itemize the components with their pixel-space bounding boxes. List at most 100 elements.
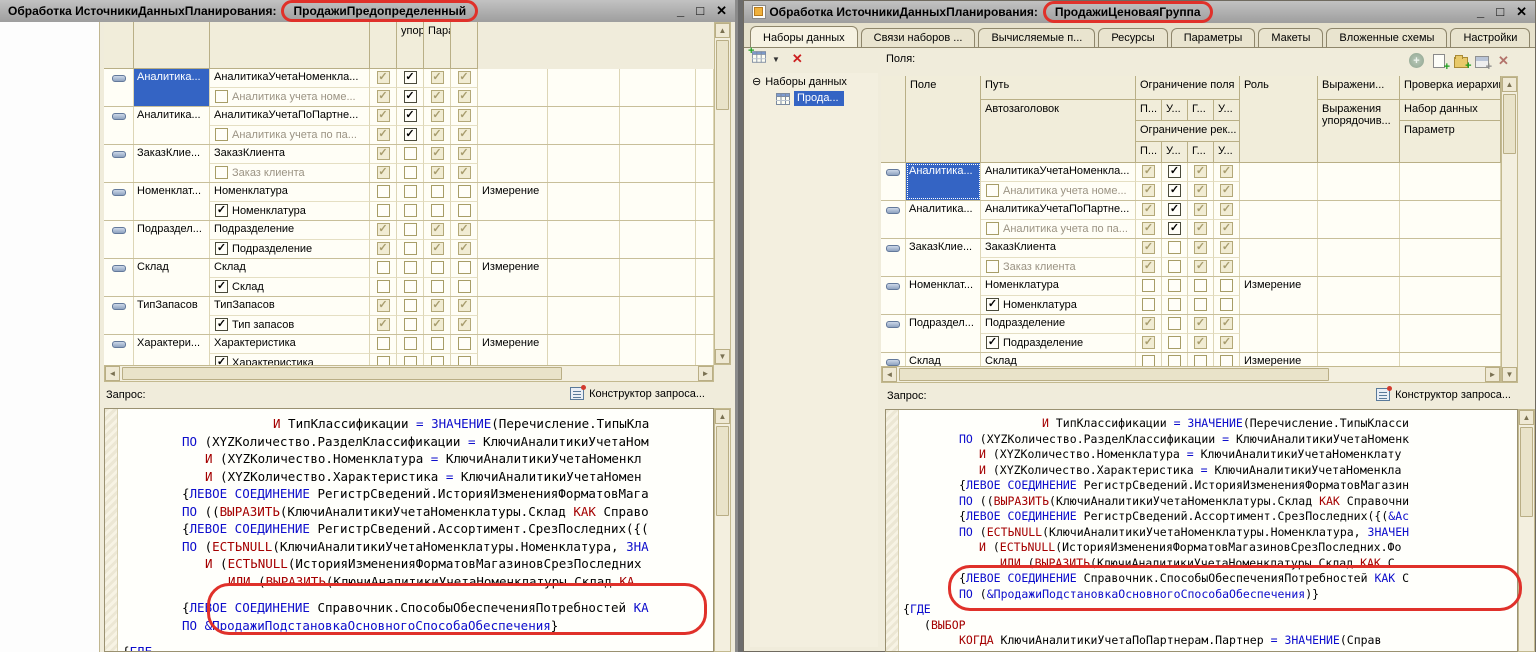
order-expression-cell[interactable] xyxy=(548,145,620,182)
parameter-cell[interactable] xyxy=(620,145,696,182)
restriction-checkbox[interactable]: ✓ xyxy=(458,242,471,255)
field-row-group[interactable]: ЗаказКлие...ЗаказКлиента✓✓✓Заказ клиента… xyxy=(104,145,714,183)
fields-vertical-scrollbar[interactable]: ▲ ▼ xyxy=(1501,76,1518,383)
title-bar[interactable]: Обработка ИсточникиДанныхПланирования: П… xyxy=(744,1,1535,23)
restriction-checkbox[interactable] xyxy=(1168,279,1181,292)
restriction-checkbox[interactable]: ✓ xyxy=(377,299,390,312)
scroll-thumb[interactable] xyxy=(899,368,1329,381)
restriction-checkbox[interactable] xyxy=(404,318,417,331)
use-title-checkbox[interactable] xyxy=(986,222,999,235)
restriction-cell[interactable] xyxy=(424,202,451,221)
parameter-cell[interactable] xyxy=(620,183,696,220)
parameter-cell[interactable] xyxy=(620,259,696,296)
order-expression-cell[interactable] xyxy=(548,69,620,106)
restriction-checkbox[interactable]: ✓ xyxy=(377,147,390,160)
order-expression-cell[interactable] xyxy=(548,259,620,296)
restriction-cell[interactable]: ✓ xyxy=(424,164,451,183)
restriction-cell[interactable]: ✓ xyxy=(370,126,397,145)
field-name-cell[interactable]: Склад xyxy=(906,353,981,366)
restriction-checkbox[interactable] xyxy=(431,185,444,198)
scroll-thumb[interactable] xyxy=(716,426,729,516)
dropdown-icon[interactable]: ▼ xyxy=(772,55,780,64)
field-path-cell[interactable]: Склад xyxy=(981,353,1136,366)
row-selector-cell[interactable] xyxy=(104,335,134,365)
restriction-cell[interactable]: ✓ xyxy=(370,145,397,164)
restriction-cell[interactable]: ✓ xyxy=(1136,201,1162,220)
order-expression-cell[interactable] xyxy=(1318,201,1400,238)
restriction-checkbox[interactable]: ✓ xyxy=(377,109,390,122)
parameter-cell[interactable] xyxy=(620,107,696,144)
order-expression-cell[interactable] xyxy=(548,297,620,334)
spacer-cell[interactable] xyxy=(696,145,714,182)
restriction-cell[interactable]: ✓ xyxy=(424,88,451,107)
restriction-checkbox[interactable]: ✓ xyxy=(1142,317,1155,330)
restriction-checkbox[interactable]: ✓ xyxy=(1220,184,1233,197)
field-title-cell[interactable]: ✓Номенклатура xyxy=(981,296,1136,315)
query-builder-link[interactable]: Конструктор запроса... xyxy=(570,387,705,400)
restriction-checkbox[interactable]: ✓ xyxy=(458,128,471,141)
restriction-cell[interactable]: ✓ xyxy=(1136,239,1162,258)
restriction-cell[interactable] xyxy=(1162,353,1188,366)
restriction-cell[interactable]: ✓ xyxy=(1188,163,1214,182)
tree-root-datasets[interactable]: ⊖ Наборы данных xyxy=(750,73,878,90)
field-title-cell[interactable]: ✓Подразделение xyxy=(210,240,370,259)
restriction-cell[interactable] xyxy=(424,183,451,202)
restriction-cell[interactable]: ✓ xyxy=(451,126,478,145)
scroll-thumb[interactable] xyxy=(1520,427,1533,517)
restriction-checkbox[interactable]: ✓ xyxy=(431,223,444,236)
role-cell[interactable] xyxy=(478,69,548,106)
hierarchy-cell[interactable] xyxy=(1400,201,1501,238)
scroll-up-icon[interactable]: ▲ xyxy=(1519,410,1534,425)
spacer-cell[interactable] xyxy=(696,259,714,296)
field-path-cell[interactable]: ЗаказКлиента xyxy=(981,239,1136,258)
restriction-cell[interactable] xyxy=(424,259,451,278)
row-selector-cell[interactable] xyxy=(104,145,134,182)
scroll-down-icon[interactable]: ▼ xyxy=(1502,367,1517,382)
field-row-group[interactable]: Номенклат...Номенклатура✓НоменклатураИзм… xyxy=(104,183,714,221)
field-row-group[interactable]: ТипЗапасовТипЗапасов✓✓✓✓Тип запасов✓✓✓ xyxy=(104,297,714,335)
restriction-checkbox[interactable] xyxy=(404,356,417,365)
field-title-cell[interactable]: ✓Характеристика xyxy=(210,354,370,366)
restriction-cell[interactable]: ✓ xyxy=(397,88,424,107)
restriction-cell[interactable] xyxy=(397,278,424,297)
restriction-cell[interactable]: ✓ xyxy=(424,107,451,126)
fields-horizontal-scrollbar[interactable]: ◄ ► xyxy=(881,366,1501,383)
restriction-cell[interactable] xyxy=(1162,315,1188,334)
field-row-group[interactable]: ЗаказКлие...ЗаказКлиента✓✓✓Заказ клиента… xyxy=(881,239,1501,277)
row-selector-cell[interactable] xyxy=(104,183,134,220)
role-cell[interactable] xyxy=(478,297,548,334)
restriction-cell[interactable] xyxy=(1136,353,1162,366)
restriction-checkbox[interactable]: ✓ xyxy=(458,109,471,122)
restriction-checkbox[interactable]: ✓ xyxy=(1194,260,1207,273)
restriction-checkbox[interactable]: ✓ xyxy=(377,128,390,141)
tab-nested-schemas[interactable]: Вложенные схемы xyxy=(1326,28,1447,47)
restriction-checkbox[interactable] xyxy=(1142,279,1155,292)
role-cell[interactable]: Измерение xyxy=(1240,277,1318,314)
restriction-checkbox[interactable]: ✓ xyxy=(431,90,444,103)
restriction-checkbox[interactable]: ✓ xyxy=(1142,260,1155,273)
maximize-button[interactable]: □ xyxy=(1496,4,1504,20)
restriction-cell[interactable]: ✓ xyxy=(1214,182,1240,201)
field-title-cell[interactable]: Заказ клиента xyxy=(981,258,1136,277)
restriction-cell[interactable] xyxy=(370,354,397,366)
scroll-up-icon[interactable]: ▲ xyxy=(715,23,730,38)
query-builder-link[interactable]: Конструктор запроса... xyxy=(1376,388,1511,401)
add-dataset-button[interactable]: + xyxy=(752,50,766,68)
field-name-cell[interactable]: ТипЗапасов xyxy=(134,297,210,334)
restriction-checkbox[interactable] xyxy=(404,204,417,217)
scroll-down-icon[interactable]: ▼ xyxy=(715,349,730,364)
role-cell[interactable] xyxy=(478,221,548,258)
restriction-cell[interactable] xyxy=(451,202,478,221)
field-name-cell[interactable]: ЗаказКлие... xyxy=(134,145,210,182)
spacer-cell[interactable] xyxy=(696,335,714,365)
restriction-checkbox[interactable]: ✓ xyxy=(1220,260,1233,273)
restriction-checkbox[interactable] xyxy=(431,261,444,274)
restriction-checkbox[interactable] xyxy=(1168,317,1181,330)
restriction-cell[interactable]: ✓ xyxy=(451,107,478,126)
use-title-checkbox[interactable]: ✓ xyxy=(986,336,999,349)
restriction-cell[interactable]: ✓ xyxy=(451,297,478,316)
restriction-checkbox[interactable]: ✓ xyxy=(458,90,471,103)
fields-table-body[interactable]: Аналитика...АналитикаУчетаНоменкла...✓✓✓… xyxy=(104,69,714,365)
restriction-cell[interactable]: ✓ xyxy=(397,69,424,88)
use-title-checkbox[interactable]: ✓ xyxy=(215,204,228,217)
